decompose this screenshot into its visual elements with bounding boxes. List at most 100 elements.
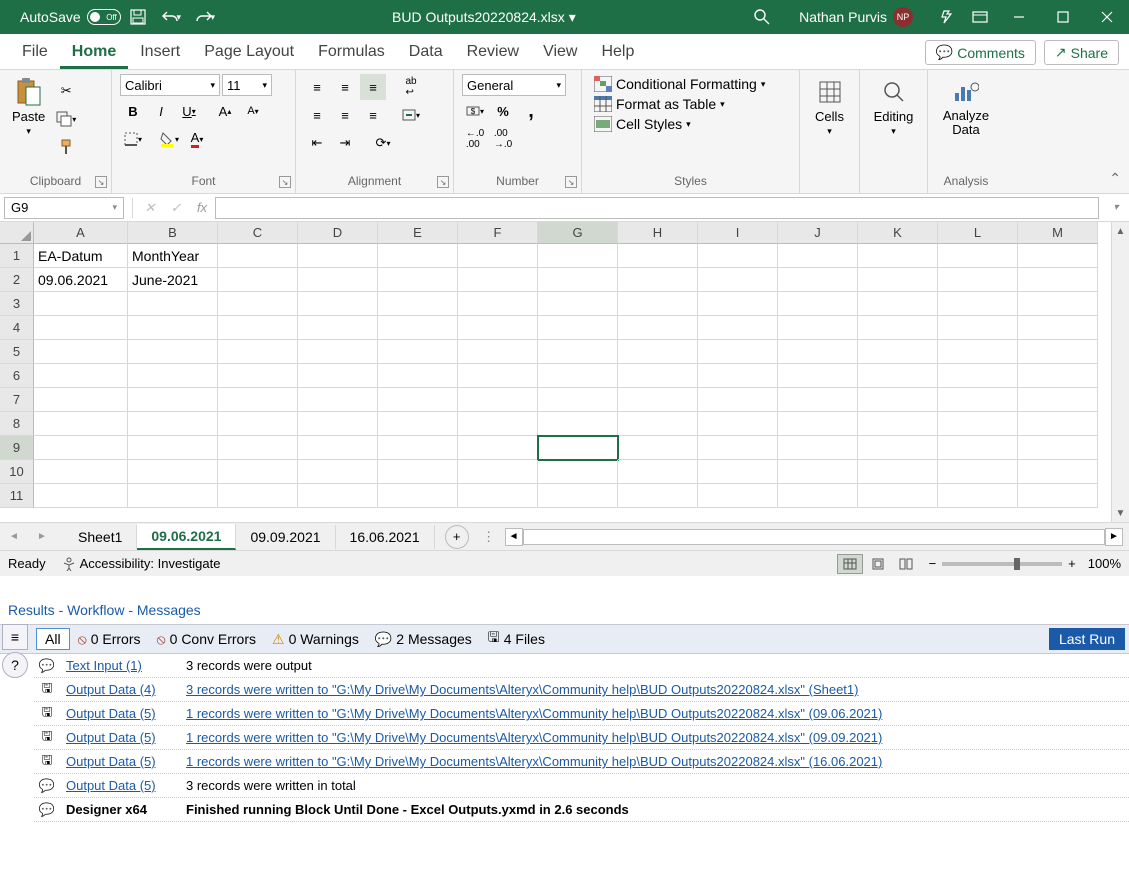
cell-M5[interactable] [1018,340,1098,364]
cell-F7[interactable] [458,388,538,412]
cell-J3[interactable] [778,292,858,316]
cell-I5[interactable] [698,340,778,364]
cell-K8[interactable] [858,412,938,436]
cell-K6[interactable] [858,364,938,388]
cell-A7[interactable] [34,388,128,412]
row-header-9[interactable]: 9 [0,436,34,460]
decrease-indent-icon[interactable]: ⇤ [304,130,330,156]
cells-area[interactable]: EA-DatumMonthYear09.06.2021June-2021 [34,244,1111,508]
align-right-icon[interactable]: ≡ [360,102,386,128]
enter-formula-icon[interactable]: ✓ [163,197,189,219]
cell-I10[interactable] [698,460,778,484]
cell-K3[interactable] [858,292,938,316]
italic-button[interactable]: I [148,98,174,124]
cell-E2[interactable] [378,268,458,292]
cell-E11[interactable] [378,484,458,508]
underline-button[interactable]: U▾ [176,98,202,124]
cell-M3[interactable] [1018,292,1098,316]
cell-M11[interactable] [1018,484,1098,508]
cell-K2[interactable] [858,268,938,292]
minimize-button[interactable] [997,0,1041,34]
tab-file[interactable]: File [10,35,60,69]
cell-F8[interactable] [458,412,538,436]
comments-button[interactable]: 💬Comments [925,40,1036,65]
column-header-I[interactable]: I [698,222,778,244]
alignment-dialog-launcher[interactable]: ↘ [437,176,449,188]
expand-formula-icon[interactable]: ▾ [1103,197,1129,219]
zoom-in-button[interactable]: + [1068,556,1076,571]
cell-H8[interactable] [618,412,698,436]
sheet-tab-3[interactable]: 09.09.2021 [236,525,335,549]
cell-F9[interactable] [458,436,538,460]
cell-J9[interactable] [778,436,858,460]
cut-icon[interactable]: ✂ [53,78,79,104]
cell-I8[interactable] [698,412,778,436]
cell-E1[interactable] [378,244,458,268]
row-header-3[interactable]: 3 [0,292,34,316]
cell-E8[interactable] [378,412,458,436]
cell-K7[interactable] [858,388,938,412]
tab-view[interactable]: View [531,35,589,69]
filter-warnings[interactable]: ⚠0 Warnings [264,629,367,650]
column-header-G[interactable]: G [538,222,618,244]
font-name-select[interactable]: Calibri▾ [120,74,220,96]
cell-A1[interactable]: EA-Datum [34,244,128,268]
cell-I9[interactable] [698,436,778,460]
cell-G4[interactable] [538,316,618,340]
filter-all[interactable]: All [36,628,70,650]
cell-G3[interactable] [538,292,618,316]
zoom-slider[interactable] [942,562,1062,566]
paste-button[interactable]: Paste ▾ [8,74,49,160]
filename[interactable]: BUD Outputs20220824.xlsx ▾ [392,9,576,26]
last-run-badge[interactable]: Last Run [1049,628,1125,650]
cell-E4[interactable] [378,316,458,340]
prev-sheet-icon[interactable]: ◄ [4,527,24,547]
cell-C4[interactable] [218,316,298,340]
orientation-icon[interactable]: ⟳▾ [370,130,396,156]
add-sheet-button[interactable]: + [445,525,469,549]
cell-A8[interactable] [34,412,128,436]
cell-D10[interactable] [298,460,378,484]
redo-icon[interactable]: ▾ [189,0,223,34]
collapse-ribbon-icon[interactable]: ⌃ [1109,170,1121,187]
cell-H9[interactable] [618,436,698,460]
page-layout-view-icon[interactable] [865,554,891,574]
format-as-table-button[interactable]: Format as Table▾ [590,94,791,114]
cell-F10[interactable] [458,460,538,484]
cell-J11[interactable] [778,484,858,508]
column-header-E[interactable]: E [378,222,458,244]
message-text[interactable]: 1 records were written to "G:\My Drive\M… [180,706,1129,721]
row-header-1[interactable]: 1 [0,244,34,268]
cell-I2[interactable] [698,268,778,292]
row-header-10[interactable]: 10 [0,460,34,484]
save-icon[interactable] [121,0,155,34]
tab-review[interactable]: Review [455,35,531,69]
cell-A11[interactable] [34,484,128,508]
cell-A6[interactable] [34,364,128,388]
column-header-A[interactable]: A [34,222,128,244]
cell-G1[interactable] [538,244,618,268]
cell-D8[interactable] [298,412,378,436]
copy-icon[interactable]: ▾ [53,106,79,132]
cell-B5[interactable] [128,340,218,364]
row-header-6[interactable]: 6 [0,364,34,388]
message-text[interactable]: 1 records were written to "G:\My Drive\M… [180,754,1129,769]
cell-J6[interactable] [778,364,858,388]
sheet-tab-active[interactable]: 09.06.2021 [137,524,236,550]
tool-link[interactable]: Output Data (5) [60,754,180,769]
accessibility-status[interactable]: Accessibility: Investigate [62,556,221,571]
cell-H1[interactable] [618,244,698,268]
column-header-L[interactable]: L [938,222,1018,244]
cell-K1[interactable] [858,244,938,268]
zoom-level[interactable]: 100% [1088,556,1121,571]
formatpainter-icon[interactable] [53,134,79,160]
cell-C7[interactable] [218,388,298,412]
cell-I11[interactable] [698,484,778,508]
column-header-J[interactable]: J [778,222,858,244]
formula-input[interactable] [215,197,1099,219]
cell-M10[interactable] [1018,460,1098,484]
column-header-D[interactable]: D [298,222,378,244]
cell-H10[interactable] [618,460,698,484]
increase-decimal-icon[interactable]: ←.0.00 [462,126,488,152]
normal-view-icon[interactable] [837,554,863,574]
